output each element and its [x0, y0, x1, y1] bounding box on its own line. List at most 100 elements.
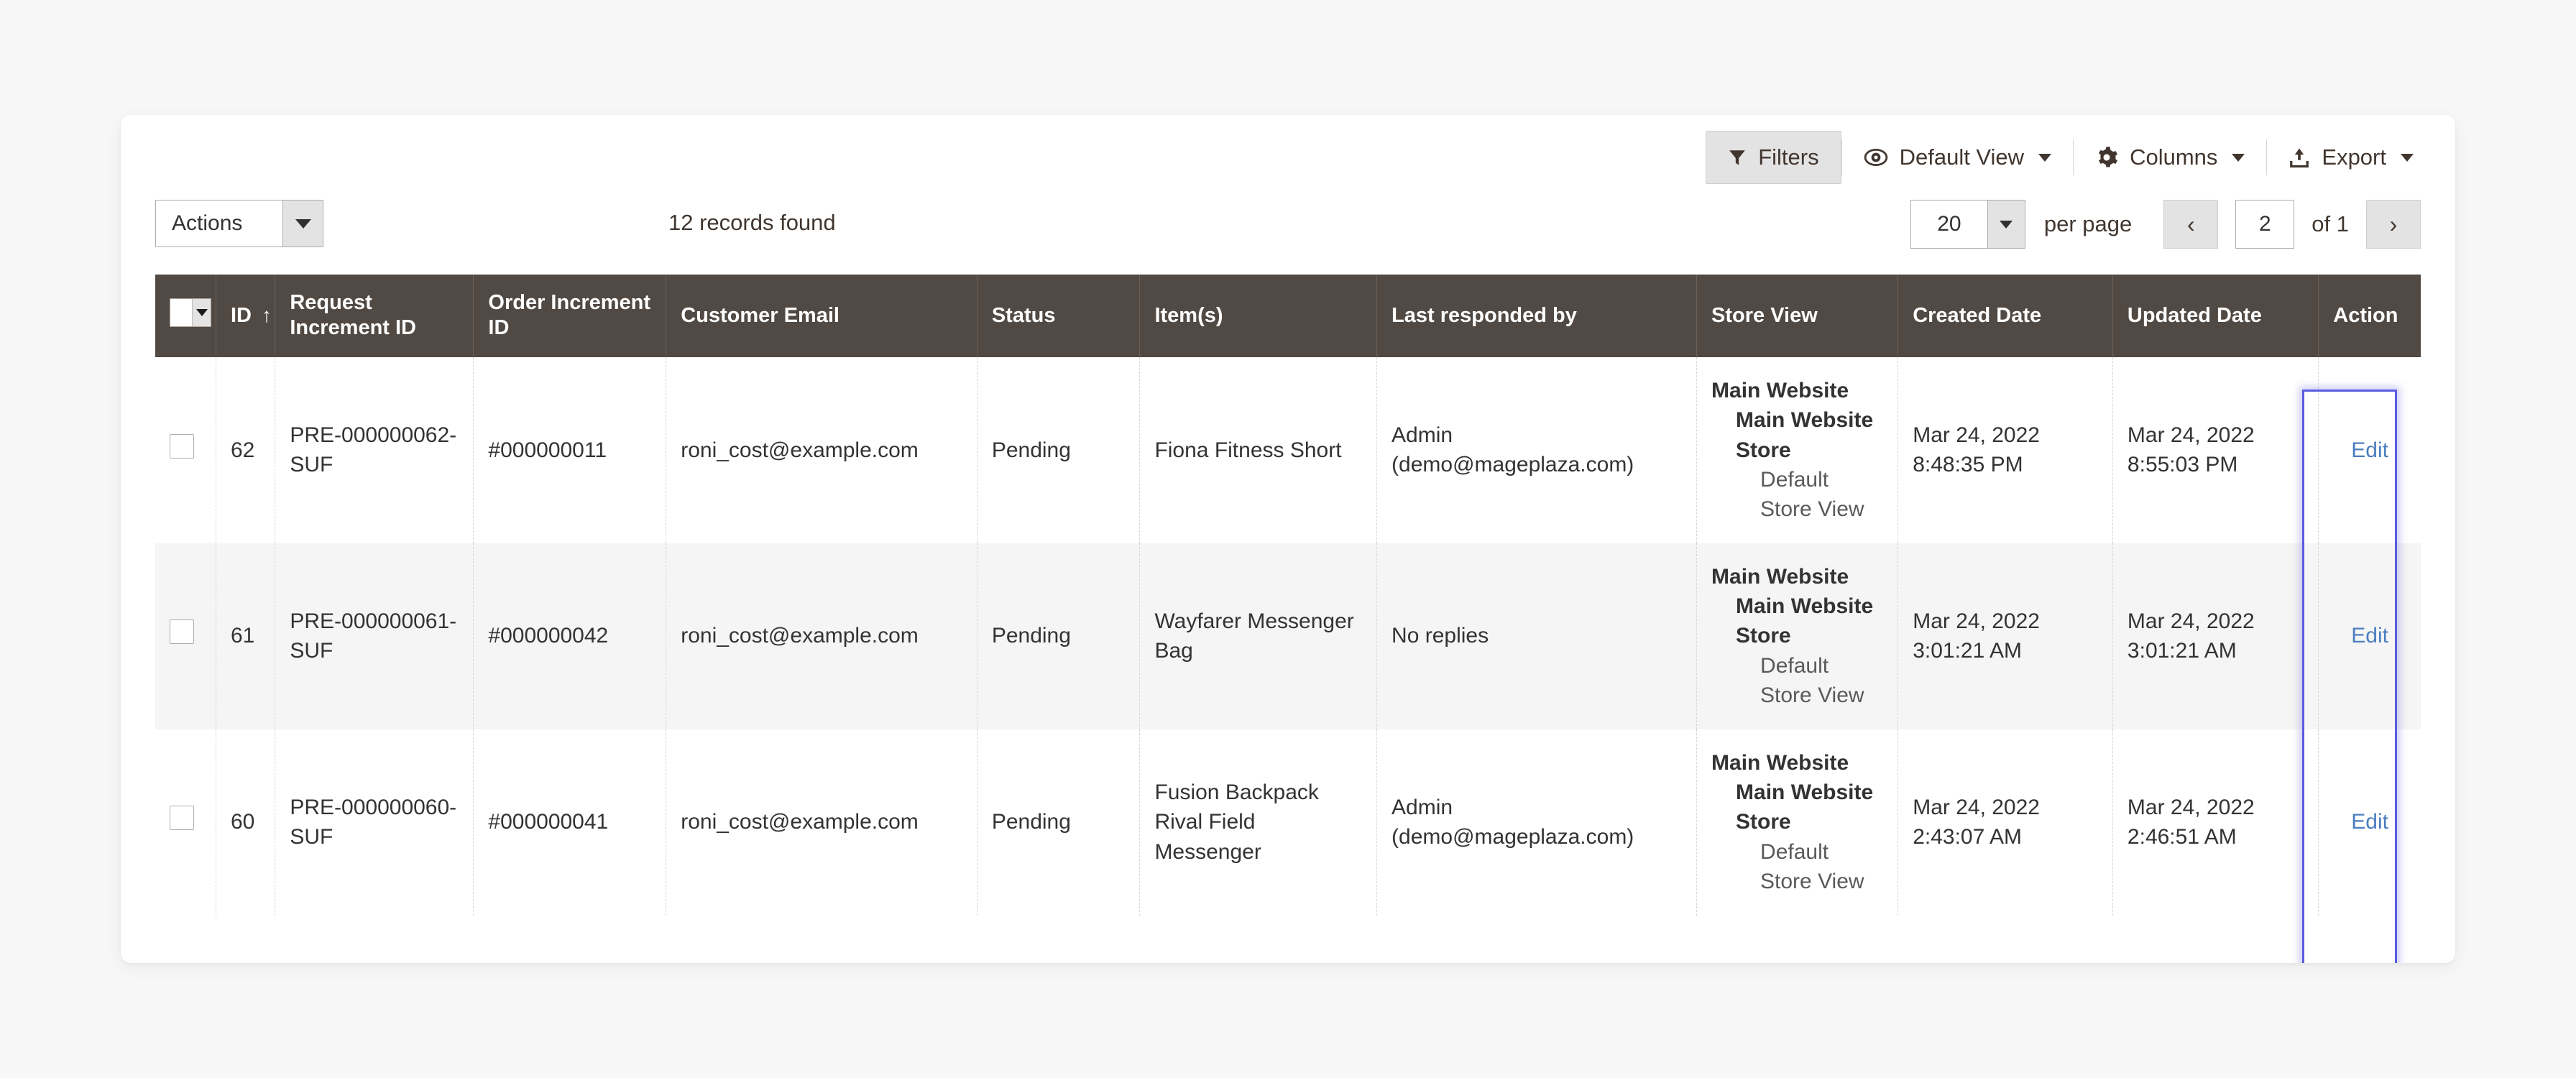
row-status: Pending: [977, 729, 1141, 916]
row-request-increment-id: PRE-000000061-SUF: [275, 543, 474, 729]
default-view-button[interactable]: Default View: [1842, 131, 2073, 184]
row-id: 62: [216, 356, 276, 543]
row-items: Wayfarer Messenger Bag: [1139, 543, 1378, 729]
header-id[interactable]: ID ↑: [216, 275, 276, 357]
per-page-label: per page: [2043, 211, 2133, 236]
row-order-increment-id: #000000011: [473, 356, 667, 543]
page-root: Filters Default View Columns Export Acti…: [0, 0, 2576, 1078]
upload-icon: [2288, 147, 2310, 168]
filters-label: Filters: [1758, 144, 1819, 170]
chevron-left-icon: ‹: [2186, 211, 2195, 237]
row-items: Fiona Fitness Short: [1139, 356, 1378, 543]
columns-button[interactable]: Columns: [2074, 131, 2266, 184]
header-updated-date[interactable]: Updated Date: [2112, 275, 2319, 357]
header-store-view[interactable]: Store View: [1696, 275, 1899, 357]
export-button[interactable]: Export: [2267, 131, 2435, 184]
row-checkbox-cell[interactable]: [155, 543, 216, 729]
edit-link[interactable]: Edit: [2351, 810, 2388, 834]
text-line: 2:43:07 AM: [1913, 825, 2022, 849]
store-view-view: Default Store View: [1760, 467, 1864, 522]
text-line: Mar 24, 2022: [2127, 609, 2255, 633]
header-action[interactable]: Action: [2318, 275, 2421, 357]
page-number-input[interactable]: 2: [2235, 200, 2295, 249]
per-page-select-arrow[interactable]: [1987, 201, 2025, 248]
header-select-all[interactable]: [155, 275, 216, 357]
select-all-dropdown[interactable]: [192, 299, 211, 327]
row-id: 61: [216, 543, 276, 729]
item-name: Wayfarer Messenger Bag: [1154, 609, 1354, 663]
grid-table-wrapper: ID ↑ Request Increment ID Order Incremen…: [155, 275, 2421, 963]
header-order-increment-id[interactable]: Order Increment ID: [473, 275, 667, 357]
store-view-view: Default Store View: [1760, 653, 1864, 708]
row-checkbox-cell[interactable]: [155, 729, 216, 916]
text-line: No replies: [1392, 624, 1489, 648]
default-view-label: Default View: [1899, 144, 2025, 170]
row-created-date: Mar 24, 2022 3:01:21 AM: [1898, 543, 2113, 729]
row-request-increment-id: PRE-000000060-SUF: [275, 729, 474, 916]
text-line: Admin: [1392, 795, 1453, 819]
header-status[interactable]: Status: [977, 275, 1141, 357]
row-last-responded-by: Admin (demo@mageplaza.com): [1376, 729, 1698, 916]
store-view-store: Main Website Store: [1736, 594, 1874, 648]
text-line: 3:01:21 AM: [1913, 639, 2022, 663]
store-view-store: Main Website Store: [1736, 408, 1874, 462]
next-page-button[interactable]: ›: [2366, 200, 2421, 249]
text-line: 8:55:03 PM: [2127, 453, 2238, 477]
text-line: 8:48:35 PM: [1913, 453, 2023, 477]
header-customer-email[interactable]: Customer Email: [666, 275, 978, 357]
edit-link[interactable]: Edit: [2351, 624, 2388, 648]
actions-select[interactable]: Actions: [155, 200, 323, 247]
actions-select-arrow[interactable]: [282, 201, 323, 247]
table-row: 62 PRE-000000062-SUF #000000011 roni_cost@e…: [155, 356, 2421, 543]
grid-panel: Filters Default View Columns Export Acti…: [121, 115, 2455, 963]
pagination-controls: 20 per page ‹ 2 of 1 ›: [1910, 198, 2421, 250]
select-all-checkbox[interactable]: [170, 299, 192, 327]
row-action: Edit: [2319, 357, 2421, 543]
chevron-down-icon: [2401, 153, 2414, 162]
row-request-increment-id: PRE-000000062-SUF: [275, 356, 474, 543]
filters-button[interactable]: Filters: [1706, 131, 1841, 184]
eye-icon: [1864, 148, 1888, 167]
row-items: Fusion Backpack Rival Field Messenger: [1139, 729, 1378, 916]
row-checkbox[interactable]: [170, 806, 194, 831]
store-view-view: Default Store View: [1760, 839, 1864, 894]
funnel-icon: [1728, 147, 1747, 167]
chevron-down-icon: [2000, 220, 2013, 229]
store-view-website: Main Website: [1711, 564, 1849, 589]
header-id-label: ID: [230, 303, 252, 327]
previous-page-button[interactable]: ‹: [2163, 200, 2219, 249]
header-last-responded-by[interactable]: Last responded by: [1376, 275, 1698, 357]
row-checkbox[interactable]: [170, 619, 194, 645]
row-checkbox-cell[interactable]: [155, 356, 216, 543]
chevron-down-icon: [2038, 153, 2052, 162]
header-created-date[interactable]: Created Date: [1898, 275, 2113, 357]
chevron-down-icon: [2232, 153, 2245, 162]
row-checkbox[interactable]: [170, 433, 194, 459]
row-created-date: Mar 24, 2022 2:43:07 AM: [1898, 729, 2113, 916]
row-action: Edit: [2319, 543, 2421, 729]
row-updated-date: Mar 24, 2022 8:55:03 PM: [2112, 356, 2319, 543]
edit-link[interactable]: Edit: [2351, 438, 2388, 462]
header-request-increment-id[interactable]: Request Increment ID: [275, 275, 474, 357]
text-line: Mar 24, 2022: [1913, 609, 2040, 633]
per-page-select[interactable]: 20: [1910, 200, 2025, 249]
row-updated-date: Mar 24, 2022 2:46:51 AM: [2112, 729, 2319, 916]
chevron-right-icon: ›: [2389, 211, 2398, 237]
text-line: (demo@mageplaza.com): [1392, 825, 1634, 849]
row-store-view: Main Website Main Website Store Default St…: [1696, 543, 1899, 729]
grid-controls-row: Actions 12 records found 20 per page ‹ 2…: [121, 193, 2455, 264]
columns-label: Columns: [2130, 144, 2218, 170]
row-action: Edit: [2319, 729, 2421, 916]
text-line: 2:46:51 AM: [2127, 825, 2237, 849]
text-line: Mar 24, 2022: [1913, 423, 2040, 447]
row-updated-date: Mar 24, 2022 3:01:21 AM: [2112, 543, 2319, 729]
row-order-increment-id: #000000042: [473, 543, 667, 729]
header-items[interactable]: Item(s): [1139, 275, 1378, 357]
gear-icon: [2095, 146, 2118, 169]
select-all-checkbox-dropdown[interactable]: [170, 298, 211, 328]
row-id: 60: [216, 729, 276, 916]
row-last-responded-by: No replies: [1376, 543, 1698, 729]
table-row: 61 PRE-000000061-SUF #000000042 roni_cost@e…: [155, 543, 2421, 729]
text-line: 3:01:21 AM: [2127, 639, 2237, 663]
item-name: Fiona Fitness Short: [1154, 438, 1342, 462]
